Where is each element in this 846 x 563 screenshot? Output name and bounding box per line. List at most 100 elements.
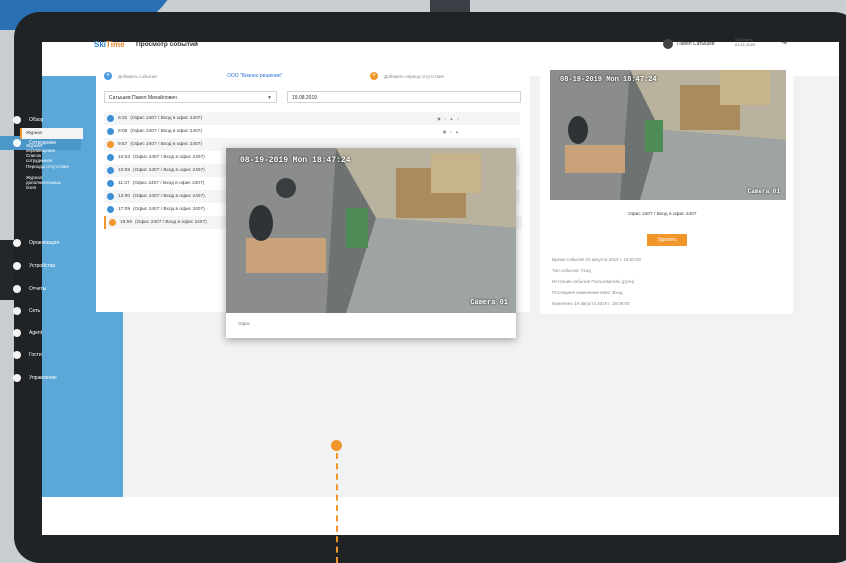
callout-line xyxy=(336,453,338,563)
event-actions-icons[interactable]: ▣ ○ ▲ xyxy=(443,129,460,134)
user-menu[interactable]: Павел Сатышев xyxy=(663,37,715,51)
event-time-detail: Время события 19 августа 2019 г. 18:00:0… xyxy=(552,257,642,262)
event-type-detail: Тип события: Уход xyxy=(552,268,591,273)
settings-icon xyxy=(13,374,21,382)
event-description: (Офис 2407 / Вход в офис 2407) xyxy=(130,142,203,147)
event-direction-icon xyxy=(107,115,114,122)
camera-frame: 08-19-2019 Mon 18:47:24 Camera 01 xyxy=(226,148,516,313)
add-period-label: Добавить период отсутствия xyxy=(384,73,444,79)
last-edited-by-detail: Последнее изменение внёс: Вход xyxy=(552,290,623,295)
sidebar-subitem-employee-list[interactable]: Список сотрудников xyxy=(26,153,66,163)
employee-select-value: Сатышев Павел Михайлович xyxy=(109,95,177,101)
footer-area xyxy=(42,497,839,535)
plus-icon: + xyxy=(104,72,112,80)
sidebar-subitem-absence-periods[interactable]: Периоды отсутствия xyxy=(26,164,72,169)
user-name: Павел Сатышев xyxy=(677,41,715,47)
event-time: 9:57 xyxy=(118,142,128,147)
add-period-button[interactable]: + Добавить период отсутствия xyxy=(370,72,444,80)
snapshot-timestamp: 08-19-2019 Mon 18:47:24 xyxy=(560,76,657,84)
sidebar-item-label: Отчеты xyxy=(29,286,47,292)
delete-button[interactable]: Удалить xyxy=(647,234,687,246)
date-input[interactable]: 19.08.2019 xyxy=(287,91,521,103)
event-description: (Офис 2407 / Вход в офис 2407) xyxy=(132,181,205,186)
sidebar-item-label: Гости xyxy=(29,352,42,358)
overview-icon xyxy=(13,116,21,124)
sidebar-item-label: Сеть xyxy=(29,308,41,314)
snapshot-caption: Офис 2407 / Вход в офис 2407 xyxy=(628,212,697,217)
sidebar-item-label: Устройства xyxy=(29,263,56,269)
callout-dot xyxy=(331,440,342,451)
app-logo[interactable]: SkiTime xyxy=(94,40,125,49)
sidebar-item-label: Обзор xyxy=(29,117,44,123)
sidebar-item-organization[interactable]: Организация xyxy=(0,236,81,250)
event-time: 19:58 xyxy=(120,220,133,225)
add-event-label: Добавить событие xyxy=(118,73,157,79)
event-description: (Офис 2407 / Вход в офис 2407) xyxy=(133,194,205,199)
event-description: (Офис 2407 / Вход в офис 2407) xyxy=(133,155,205,160)
menu-icon[interactable]: ☰ xyxy=(58,46,68,59)
popup-caption: Офис xyxy=(238,321,250,326)
video-popup[interactable]: 08-19-2019 Mon 18:47:24 Camera 01 xyxy=(226,148,516,338)
sidebar-item-reports[interactable]: Отчеты xyxy=(0,282,81,296)
agent-icon xyxy=(13,329,21,337)
sidebar-item-label: Управление xyxy=(29,375,57,381)
event-direction-icon xyxy=(107,141,114,148)
sidebar-subitem-journal[interactable]: Журнал xyxy=(26,130,42,135)
sidebar-item-label: Организация xyxy=(29,240,60,246)
event-time: 10:53 xyxy=(118,155,131,160)
snapshot-frame[interactable]: 08-19-2019 Mon 18:47:24 Camera 01 xyxy=(550,70,786,200)
camera-view-image xyxy=(226,148,516,313)
sidebar-item-agent[interactable]: Agent xyxy=(0,326,81,340)
event-direction-icon xyxy=(107,167,114,174)
event-description: (Офис 2407 / Вход в офис 2407) xyxy=(135,220,207,225)
event-time: 10:59 xyxy=(118,168,131,173)
event-time: 8:32 xyxy=(118,116,128,121)
network-icon xyxy=(13,307,21,315)
event-direction-icon xyxy=(109,219,116,226)
event-row[interactable]: 9:06 (Офис 2407 / Вход в офис 2407) ▣ ○ ▲ xyxy=(104,125,520,138)
app-version: SkiTime 8 01.01.2020 xyxy=(735,37,755,47)
event-direction-icon xyxy=(107,154,114,161)
event-time: 11:37 xyxy=(118,181,130,186)
event-row[interactable]: 8:32 (Офис 2407 / Вход в офис 2407) ▣ ○ ▲ … xyxy=(104,112,520,125)
organization-link[interactable]: ООО "Бизнес-решения" xyxy=(227,73,282,79)
event-direction-icon xyxy=(107,206,114,213)
employee-select[interactable]: Сатышев Павел Михайлович ▼ xyxy=(104,91,277,103)
event-actions-icons[interactable]: ▣ ○ ▲ ○ xyxy=(437,116,460,121)
reports-icon xyxy=(13,285,21,293)
event-description: (Офис 2407 / Вход в офис 2407) xyxy=(130,129,203,134)
event-description: (Офис 2407 / Вход в офис 2407) xyxy=(130,116,203,121)
chevron-down-icon: ▼ xyxy=(267,95,272,101)
event-direction-icon xyxy=(107,193,114,200)
sidebar-item-overview[interactable]: Обзор xyxy=(0,113,81,127)
guests-icon xyxy=(13,351,21,359)
sidebar-item-label: Agent xyxy=(29,330,43,336)
camera-name: Camera 01 xyxy=(470,299,508,307)
organization-icon xyxy=(13,239,21,247)
sidebar-subitem-movement-journal[interactable]: Журнал перемещения xyxy=(26,143,72,153)
event-source-detail: Источник события Пользователь (ручн) xyxy=(552,279,635,284)
snapshot-image xyxy=(550,70,786,200)
modified-date-detail: Изменено 19 августа 2019 г. 18:09:00 xyxy=(552,301,630,306)
plus-icon: + xyxy=(370,72,378,80)
sidebar-item-devices[interactable]: Устройства xyxy=(0,259,81,273)
camera-timestamp: 08-19-2019 Mon 18:47:24 xyxy=(240,156,351,165)
event-time: 9:06 xyxy=(118,129,128,134)
employees-icon xyxy=(13,139,21,147)
page-title: Просмотр событий xyxy=(136,41,198,48)
sidebar-subitem-extra-fields[interactable]: Журнал дополнительных поля xyxy=(26,175,72,190)
add-event-button[interactable]: + Добавить событие xyxy=(104,72,157,80)
devices-icon xyxy=(13,262,21,270)
sidebar-item-guests[interactable]: Гости xyxy=(0,348,81,362)
snapshot-camera-name: Camera 01 xyxy=(747,188,780,195)
sidebar-item-settings[interactable]: Управление xyxy=(0,371,81,385)
avatar xyxy=(663,39,673,49)
event-description: (Офис 2407 / Вход в офис 2407) xyxy=(133,168,205,173)
event-direction-icon xyxy=(107,128,114,135)
event-description: (Офис 2407 / Вход в офис 2407) xyxy=(133,207,205,212)
sidebar-item-network[interactable]: Сеть xyxy=(0,304,81,318)
version-date: 01.01.2020 xyxy=(735,42,756,47)
event-direction-icon xyxy=(107,180,114,187)
logout-icon[interactable]: ⇥ xyxy=(781,39,787,47)
event-time: 12:00 xyxy=(118,194,131,199)
